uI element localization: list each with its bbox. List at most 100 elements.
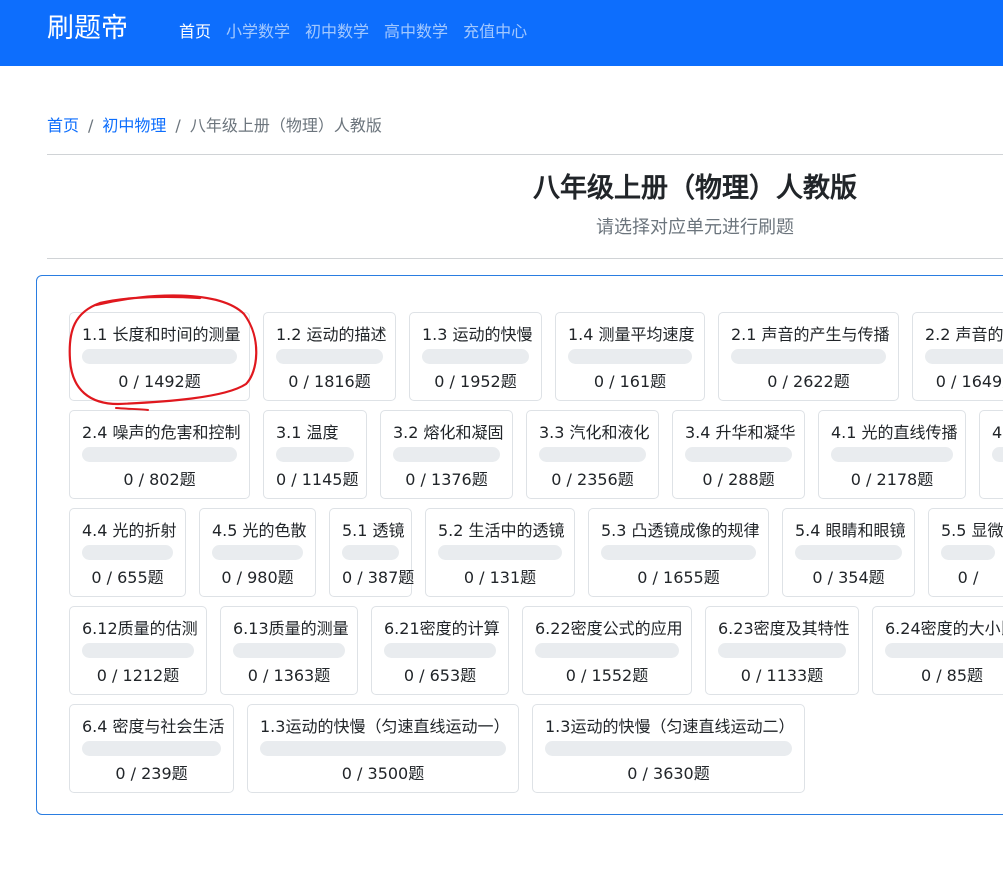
question-count: 0 / 1363题 [247, 666, 331, 685]
page-title: 八年级上册（物理）人教版 [533, 173, 857, 204]
question-count: 0 / 1145题 [276, 470, 359, 489]
question-count: 0 / 1649题 [935, 372, 1003, 391]
unit-card[interactable]: 3.3 汽化和液化 0 / 2356题 [526, 410, 659, 499]
nav-links: 首页 小学数学 初中数学 高中数学 充值中心 [179, 20, 527, 44]
unit-name: 2.2 声音的特性 [925, 325, 1003, 344]
question-count: 0 / 1952题 [434, 372, 517, 391]
question-count: 0 / 3500题 [341, 764, 425, 783]
unit-name: 5.1 透镜 [342, 521, 405, 540]
question-count: 0 / 354题 [812, 568, 885, 587]
unit-card[interactable]: 1.3运动的快慢（匀速直线运动一） 0 / 3500题 [247, 704, 519, 793]
progress-bar [393, 447, 500, 462]
progress-bar [731, 349, 886, 364]
progress-bar [535, 643, 679, 658]
unit-card[interactable]: 6.13质量的测量 0 / 1363题 [220, 606, 358, 695]
progress-bar [82, 545, 173, 560]
unit-card[interactable]: 3.4 升华和凝华 0 / 288题 [672, 410, 805, 499]
unit-card[interactable]: 3.1 温度 0 / 1145题 [263, 410, 367, 499]
question-count: 0 / 387题 [342, 568, 415, 587]
unit-name: 2.4 噪声的危害和控制 [82, 423, 241, 442]
progress-bar [82, 643, 194, 658]
question-count: 0 / 2178题 [850, 470, 934, 489]
unit-row: 2.4 噪声的危害和控制 0 / 802题 3.1 温度 0 / 1145题 3.2 熔… [69, 410, 1003, 499]
progress-bar [925, 349, 1003, 364]
unit-card[interactable]: 2.2 声音的特性 0 / 1649题 [912, 312, 1003, 401]
breadcrumb-home[interactable]: 首页 [47, 115, 79, 137]
progress-bar [539, 447, 646, 462]
progress-bar [831, 447, 953, 462]
unit-card[interactable]: 6.23密度及其特性 0 / 1133题 [705, 606, 859, 695]
nav-link-primary-math[interactable]: 小学数学 [226, 20, 290, 44]
unit-card[interactable]: 6.22密度公式的应用 0 / 1552题 [522, 606, 692, 695]
progress-bar [545, 741, 792, 756]
unit-row: 6.12质量的估测 0 / 1212题 6.13质量的测量 0 / 1363题 6.21… [69, 606, 1003, 695]
question-count: 0 / 85题 [920, 666, 984, 685]
top-navbar: 刷题帝 首页 小学数学 初中数学 高中数学 充值中心 [0, 0, 1003, 66]
unit-card[interactable]: 6.24密度的大小比较 0 / 85题 [872, 606, 1003, 695]
unit-name: 3.1 温度 [276, 423, 339, 442]
progress-bar [82, 447, 237, 462]
unit-card[interactable]: 4.1 光的直线传播 0 / 2178题 [818, 410, 966, 499]
unit-row: 4.4 光的折射 0 / 655题 4.5 光的色散 0 / 980题 5.1 透镜 0 … [69, 508, 1003, 597]
unit-card[interactable]: 4.5 光的色散 0 / 980题 [199, 508, 316, 597]
question-count: 0 / 1376题 [405, 470, 488, 489]
unit-card[interactable]: 5.4 眼睛和眼镜 0 / 354题 [782, 508, 915, 597]
unit-name: 4.5 光的色散 [212, 521, 307, 540]
question-count: 0 / 802题 [123, 470, 196, 489]
unit-name: 1.1 长度和时间的测量 [82, 325, 241, 344]
unit-card[interactable]: 2.4 噪声的危害和控制 0 / 802题 [69, 410, 250, 499]
breadcrumb-category[interactable]: 初中物理 [102, 115, 166, 137]
unit-card[interactable]: 1.1 长度和时间的测量 0 / 1492题 [69, 312, 250, 401]
unit-card[interactable]: 1.4 测量平均速度 0 / 161题 [555, 312, 705, 401]
unit-card[interactable]: 5.3 凸透镜成像的规律 0 / 1655题 [588, 508, 769, 597]
nav-link-middle-math[interactable]: 初中数学 [305, 20, 369, 44]
nav-link-recharge[interactable]: 充值中心 [463, 20, 527, 44]
unit-card[interactable]: 6.4 密度与社会生活 0 / 239题 [69, 704, 234, 793]
question-count: 0 / 2622题 [767, 372, 850, 391]
progress-bar [276, 349, 383, 364]
progress-bar [795, 545, 902, 560]
unit-name: 4.4 光的折射 [82, 521, 177, 540]
nav-link-home[interactable]: 首页 [179, 20, 211, 44]
progress-bar [260, 741, 506, 756]
unit-name: 1.3运动的快慢（匀速直线运动一） [260, 717, 510, 736]
unit-name: 5.3 凸透镜成像的规律 [601, 521, 760, 540]
unit-card[interactable]: 5.5 显微镜 0 / [928, 508, 1003, 597]
unit-name: 6.12质量的估测 [82, 619, 198, 638]
progress-bar [384, 643, 496, 658]
progress-bar [342, 545, 399, 560]
unit-card[interactable]: 4.4 光的折射 0 / 655题 [69, 508, 186, 597]
progress-bar [885, 643, 1003, 658]
question-count: 0 / 1655题 [637, 568, 720, 587]
unit-name: 1.3运动的快慢（匀速直线运动二） [545, 717, 795, 736]
question-count: 0 / 1816题 [288, 372, 371, 391]
unit-name: 3.2 熔化和凝固 [393, 423, 504, 442]
unit-card[interactable]: 5.1 透镜 0 / 387题 [329, 508, 415, 597]
unit-card[interactable]: 4.20 [979, 410, 1003, 499]
progress-bar [941, 545, 995, 560]
unit-name: 1.2 运动的描述 [276, 325, 387, 344]
question-count: 0 [992, 469, 1003, 491]
nav-link-high-math[interactable]: 高中数学 [384, 20, 448, 44]
unit-card[interactable]: 1.3 运动的快慢 0 / 1952题 [409, 312, 542, 401]
unit-name: 6.23密度及其特性 [718, 619, 850, 638]
unit-row: 6.4 密度与社会生活 0 / 239题 1.3运动的快慢（匀速直线运动一） 0 / … [69, 704, 805, 793]
unit-card[interactable]: 6.12质量的估测 0 / 1212题 [69, 606, 207, 695]
progress-bar [82, 741, 221, 756]
unit-card[interactable]: 6.21密度的计算 0 / 653题 [371, 606, 509, 695]
unit-name: 5.5 显微镜 [941, 521, 1003, 540]
unit-card[interactable]: 1.2 运动的描述 0 / 1816题 [263, 312, 396, 401]
unit-card[interactable]: 2.1 声音的产生与传播 0 / 2622题 [718, 312, 899, 401]
unit-card[interactable]: 5.2 生活中的透镜 0 / 131题 [425, 508, 575, 597]
unit-card[interactable]: 1.3运动的快慢（匀速直线运动二） 0 / 3630题 [532, 704, 805, 793]
unit-card[interactable]: 3.2 熔化和凝固 0 / 1376题 [380, 410, 513, 499]
unit-name: 4.1 光的直线传播 [831, 423, 958, 442]
progress-bar [422, 349, 529, 364]
progress-bar [82, 349, 237, 364]
unit-row: 1.1 长度和时间的测量 0 / 1492题 1.2 运动的描述 0 / 1816题 1… [69, 312, 1003, 401]
brand-logo[interactable]: 刷题帝 [47, 9, 128, 49]
unit-name: 3.3 汽化和液化 [539, 423, 650, 442]
unit-name: 1.4 测量平均速度 [568, 325, 695, 344]
question-count: 0 / 2356题 [551, 470, 634, 489]
unit-name: 5.4 眼睛和眼镜 [795, 521, 906, 540]
